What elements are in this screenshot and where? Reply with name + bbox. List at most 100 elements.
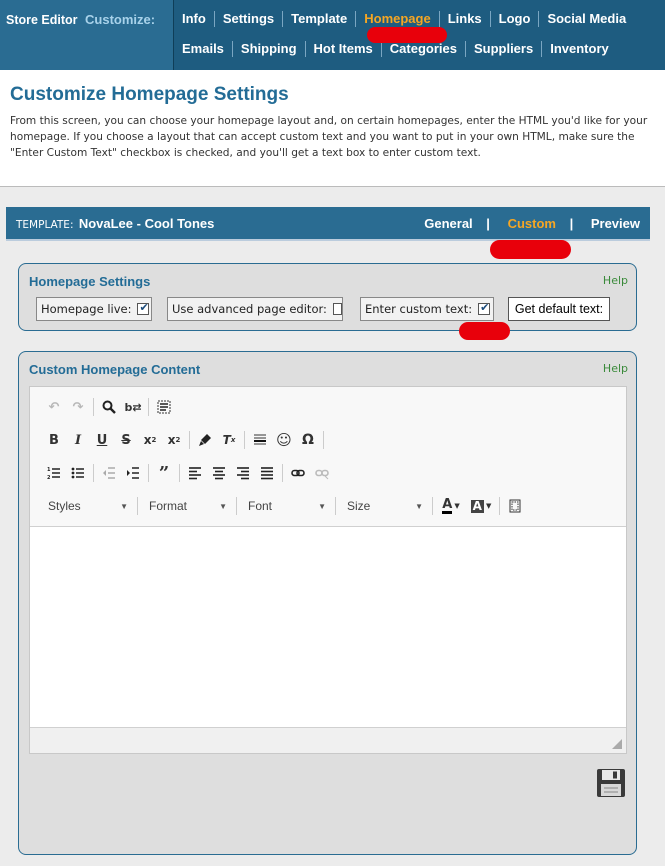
increase-indent-icon[interactable] (121, 461, 145, 485)
remove-format-icon[interactable]: Tx (217, 428, 241, 452)
redo-icon[interactable]: ↷ (66, 395, 90, 419)
template-label-group: TEMPLATE: NovaLee - Cool Tones (16, 216, 214, 231)
nav-info[interactable]: Info (174, 11, 215, 27)
editor-content-area[interactable] (30, 527, 626, 727)
styles-dropdown-label: Styles (48, 499, 81, 513)
custom-text-label: Enter custom text: (365, 302, 473, 316)
link-icon[interactable] (286, 461, 310, 485)
rich-text-editor: ↶ ↷ b⇄ B I U S x2 x2 Tx ☺ Ω 1 2 ” Styles… (29, 386, 627, 754)
align-center-icon[interactable] (207, 461, 231, 485)
content-help-link[interactable]: Help (603, 362, 628, 375)
template-bar: TEMPLATE: NovaLee - Cool Tones General |… (6, 207, 650, 241)
template-tabs: General | Custom | Preview (420, 216, 640, 231)
nav-inventory[interactable]: Inventory (542, 41, 617, 57)
italic-icon[interactable]: I (66, 428, 90, 452)
undo-icon[interactable]: ↶ (42, 395, 66, 419)
blockquote-icon[interactable]: ” (152, 461, 176, 485)
save-icon[interactable] (596, 768, 626, 798)
chevron-down-icon: ▼ (415, 501, 423, 511)
subscript-icon[interactable]: x2 (138, 428, 162, 452)
size-dropdown[interactable]: Size ▼ (339, 496, 429, 516)
horizontal-line-icon[interactable] (248, 428, 272, 452)
strikethrough-icon[interactable]: S (114, 428, 138, 452)
nav-links[interactable]: Links (440, 11, 491, 27)
size-dropdown-label: Size (347, 499, 371, 513)
maximize-icon[interactable] (503, 494, 527, 518)
decrease-indent-icon[interactable] (97, 461, 121, 485)
font-dropdown-label: Font (248, 499, 273, 513)
custom-text-option: Enter custom text: (360, 297, 494, 321)
toolbar-separator (244, 431, 245, 449)
template-name: NovaLee - Cool Tones (78, 216, 215, 231)
align-right-icon[interactable] (231, 461, 255, 485)
brand: Store Editor Customize: (6, 12, 155, 27)
tab-custom[interactable]: Custom (508, 216, 556, 231)
page-title: Customize Homepage Settings (10, 84, 289, 105)
template-label: TEMPLATE: (16, 219, 74, 231)
tab-separator: | (486, 216, 490, 231)
nav-homepage[interactable]: Homepage (356, 11, 440, 27)
replace-icon[interactable]: b⇄ (121, 395, 145, 419)
settings-help-link[interactable]: Help (603, 274, 628, 287)
format-dropdown[interactable]: Format ▼ (141, 496, 233, 516)
tab-preview[interactable]: Preview (591, 216, 640, 231)
nav-hot-items[interactable]: Hot Items (306, 41, 382, 57)
store-editor-title: Store Editor (6, 13, 78, 27)
chevron-down-icon: ▼ (219, 501, 227, 511)
chevron-down-icon: ▼ (318, 501, 326, 511)
smiley-icon[interactable]: ☺ (272, 428, 296, 452)
justify-icon[interactable] (255, 461, 279, 485)
nav-categories[interactable]: Categories (382, 41, 466, 57)
styles-dropdown[interactable]: Styles ▼ (40, 496, 134, 516)
editor-status-bar (30, 727, 626, 753)
background-color-icon[interactable]: A ▼ (466, 494, 496, 518)
special-char-icon[interactable]: Ω (296, 428, 320, 452)
toolbar-separator (236, 497, 237, 515)
format-dropdown-label: Format (149, 499, 188, 513)
get-default-text-button[interactable]: Get default text: (508, 297, 610, 321)
unlink-icon[interactable] (310, 461, 334, 485)
superscript-icon[interactable]: x2 (162, 428, 186, 452)
annotation-mark-custom (490, 240, 571, 259)
select-all-icon[interactable] (152, 395, 176, 419)
nav-shipping[interactable]: Shipping (233, 41, 306, 57)
toolbar-separator (282, 464, 283, 482)
toolbar-row-1: ↶ ↷ b⇄ (42, 395, 176, 419)
toolbar-separator (148, 464, 149, 482)
custom-text-checkbox[interactable] (478, 301, 491, 315)
bold-icon[interactable]: B (42, 428, 66, 452)
nav-suppliers[interactable]: Suppliers (466, 41, 543, 57)
svg-text:2: 2 (47, 475, 51, 480)
intro-text: From this screen, you can choose your ho… (10, 115, 648, 159)
text-color-icon[interactable]: A ▼ (436, 494, 466, 518)
homepage-settings-title: Homepage Settings (29, 274, 151, 289)
toolbar-separator (93, 464, 94, 482)
toolbar-separator (93, 398, 94, 416)
customize-label: Customize: (85, 12, 156, 27)
nav-settings[interactable]: Settings (215, 11, 284, 27)
tab-general[interactable]: General (424, 216, 472, 231)
editor-toolbar: ↶ ↷ b⇄ B I U S x2 x2 Tx ☺ Ω 1 2 ” Styles… (30, 387, 626, 527)
bulleted-list-icon[interactable] (66, 461, 90, 485)
homepage-live-checkbox[interactable] (137, 301, 150, 315)
toolbar-separator (179, 464, 180, 482)
chevron-down-icon: ▼ (120, 501, 128, 511)
toolbar-separator (323, 431, 324, 449)
resize-handle-icon[interactable] (612, 739, 622, 749)
underline-icon[interactable]: U (90, 428, 114, 452)
advanced-editor-checkbox[interactable] (332, 303, 342, 315)
annotation-mark-custom-text (459, 322, 510, 340)
find-icon[interactable] (97, 395, 121, 419)
advanced-editor-option: Use advanced page editor: (167, 297, 343, 321)
nav-emails[interactable]: Emails (174, 41, 233, 57)
advanced-editor-label: Use advanced page editor: (172, 302, 327, 316)
font-dropdown[interactable]: Font ▼ (240, 496, 332, 516)
nav-social-media[interactable]: Social Media (539, 11, 634, 27)
nav-logo[interactable]: Logo (491, 11, 540, 27)
toolbar-separator (499, 497, 500, 515)
homepage-live-label: Homepage live: (41, 302, 132, 316)
align-left-icon[interactable] (183, 461, 207, 485)
numbered-list-icon[interactable]: 12 (42, 461, 66, 485)
nav-template[interactable]: Template (283, 11, 357, 27)
copy-format-icon[interactable] (193, 428, 217, 452)
